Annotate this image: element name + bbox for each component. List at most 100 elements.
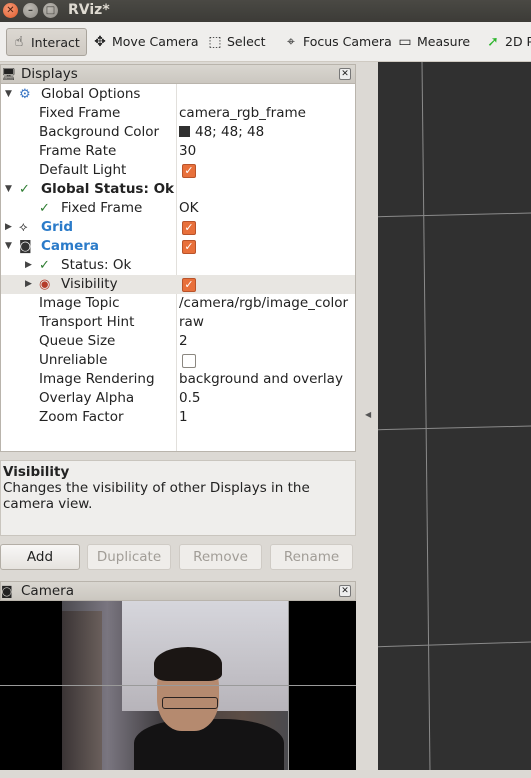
duplicate-button[interactable]: Duplicate	[87, 544, 171, 570]
tree-row-label: Visibility	[61, 276, 118, 292]
tree-row-image-rendering[interactable]: Image Rendering background and overlay	[1, 370, 355, 389]
zoom-factor-value[interactable]: 1	[179, 408, 188, 427]
tree-row-zoom-factor[interactable]: Zoom Factor 1	[1, 408, 355, 427]
displays-tree[interactable]: ▼ ⚙ Global Options Fixed Frame camera_rg…	[0, 84, 356, 452]
tree-row-label: Overlay Alpha	[39, 390, 135, 406]
tree-row-label: Default Light	[39, 162, 127, 178]
expand-arrow-down-icon[interactable]: ▼	[5, 85, 12, 104]
tree-row-label: Global Status: Ok	[41, 181, 175, 197]
tree-row-global-status[interactable]: ▼ ✓ Global Status: Ok	[1, 180, 355, 199]
overlay-grid-line	[0, 685, 356, 686]
measure-tool-label: Measure	[417, 34, 471, 49]
overlay-grid-line	[288, 601, 289, 770]
window-minimize-button[interactable]: –	[23, 3, 38, 18]
collapse-arrow-icon[interactable]: ◀	[365, 410, 371, 419]
render-3d-view[interactable]	[378, 62, 531, 772]
fixed-frame-value[interactable]: camera_rgb_frame	[179, 104, 306, 123]
monitor-icon: 🖥	[1, 67, 17, 81]
queue-size-value[interactable]: 2	[179, 332, 188, 351]
transport-hint-value[interactable]: raw	[179, 313, 204, 332]
tree-row-grid[interactable]: ▶ ⟡ Grid ✓	[1, 218, 355, 237]
hand-pointer-icon: ☝	[14, 34, 24, 50]
tree-row-label: Fixed Frame	[39, 105, 121, 121]
person-glasses	[162, 697, 218, 709]
checkmark-icon: ✓	[39, 201, 50, 216]
background-color-text: 48; 48; 48	[195, 124, 265, 140]
expand-arrow-right-icon[interactable]: ▶	[25, 275, 32, 294]
tree-row-fixed-frame[interactable]: Fixed Frame camera_rgb_frame	[1, 104, 355, 123]
fixed-frame-status-value: OK	[179, 200, 199, 216]
displays-panel-header: 🖥 Displays ✕	[0, 64, 356, 84]
displays-panel-close-icon[interactable]: ✕	[339, 68, 351, 80]
grid-icon: ⟡	[19, 220, 28, 235]
overlay-alpha-value[interactable]: 0.5	[179, 389, 200, 408]
grid-enabled-checkbox[interactable]: ✓	[182, 221, 196, 235]
move-camera-icon: ✥	[94, 34, 106, 50]
tree-row-default-light[interactable]: Default Light ✓	[1, 161, 355, 180]
add-button[interactable]: Add	[0, 544, 80, 570]
camera-panel-close-icon[interactable]: ✕	[339, 585, 351, 597]
grid-line	[378, 641, 531, 648]
person-hair	[154, 647, 222, 681]
select-tool-label: Select	[227, 34, 266, 49]
tree-row-label: Camera	[41, 238, 100, 254]
interact-tool-button[interactable]: ☝ Interact	[6, 28, 87, 56]
tree-row-label: Global Options	[41, 86, 141, 102]
description-title: Visibility	[3, 464, 70, 480]
status-bar	[0, 770, 531, 778]
rename-button[interactable]: Rename	[270, 544, 353, 570]
image-rendering-value[interactable]: background and overlay	[179, 370, 343, 389]
grid-lines	[378, 62, 531, 772]
expand-arrow-right-icon[interactable]: ▶	[25, 256, 32, 275]
tree-row-overlay-alpha[interactable]: Overlay Alpha 0.5	[1, 389, 355, 408]
tree-row-camera[interactable]: ▼ ◙ Camera ✓	[1, 237, 355, 256]
expand-arrow-right-icon[interactable]: ▶	[5, 218, 12, 237]
tree-row-queue-size[interactable]: Queue Size 2	[1, 332, 355, 351]
unreliable-checkbox[interactable]	[182, 354, 196, 368]
tree-row-label: Image Rendering	[39, 371, 155, 387]
tree-row-transport-hint[interactable]: Transport Hint raw	[1, 313, 355, 332]
displays-panel-title: Displays	[21, 66, 78, 82]
tree-row-image-topic[interactable]: Image Topic /camera/rgb/image_color	[1, 294, 355, 313]
checkmark-icon: ✓	[19, 182, 30, 197]
background-color-value[interactable]: 48; 48; 48	[179, 123, 264, 142]
move-camera-tool-button[interactable]: ✥ Move Camera	[92, 28, 199, 56]
panel-splitter[interactable]: ◀	[356, 62, 378, 778]
default-light-checkbox[interactable]: ✓	[182, 164, 196, 178]
camera-image-view[interactable]	[0, 601, 356, 770]
tree-row-camera-status[interactable]: ▶ ✓ Status: Ok	[1, 256, 355, 275]
camera-enabled-checkbox[interactable]: ✓	[182, 240, 196, 254]
image-topic-value[interactable]: /camera/rgb/image_color	[179, 294, 348, 313]
remove-button[interactable]: Remove	[179, 544, 262, 570]
expand-arrow-down-icon[interactable]: ▼	[5, 180, 12, 199]
gear-icon: ⚙	[19, 87, 31, 102]
tree-row-unreliable[interactable]: Unreliable	[1, 351, 355, 370]
frame-rate-value[interactable]: 30	[179, 142, 196, 161]
select-tool-button[interactable]: ⬚ Select	[207, 28, 266, 56]
measure-tool-button[interactable]: ▭ Measure	[397, 28, 470, 56]
move-camera-tool-label: Move Camera	[112, 34, 199, 49]
expand-arrow-down-icon[interactable]: ▼	[5, 237, 12, 256]
background-door	[62, 611, 102, 770]
tree-row-frame-rate[interactable]: Frame Rate 30	[1, 142, 355, 161]
focus-camera-tool-button[interactable]: ⌖ Focus Camera	[283, 28, 392, 56]
2d-pose-tool-button[interactable]: ➚ 2D Po	[485, 28, 531, 56]
window-close-button[interactable]: ✕	[3, 3, 18, 18]
property-description: Visibility Changes the visibility of oth…	[0, 460, 356, 536]
tree-row-label: Background Color	[39, 124, 160, 140]
grid-line	[378, 425, 531, 431]
tree-row-label: Unreliable	[39, 352, 108, 368]
tree-row-label: Status: Ok	[61, 257, 132, 273]
color-swatch	[179, 126, 190, 137]
tree-row-label: Grid	[41, 219, 74, 235]
2d-pose-tool-label: 2D Po	[505, 34, 531, 49]
tree-row-visibility[interactable]: ▶ ◉ Visibility ✓	[1, 275, 355, 294]
tree-row-background-color[interactable]: Background Color 48; 48; 48	[1, 123, 355, 142]
tree-row-status-fixed-frame[interactable]: ✓ Fixed Frame OK	[1, 199, 355, 218]
window-maximize-button[interactable]: □	[43, 3, 58, 18]
tree-row-global-options[interactable]: ▼ ⚙ Global Options	[1, 85, 355, 104]
tree-row-label: Frame Rate	[39, 143, 117, 159]
eye-icon: ◉	[39, 277, 51, 292]
grid-line	[378, 212, 531, 218]
visibility-checkbox[interactable]: ✓	[182, 278, 196, 292]
